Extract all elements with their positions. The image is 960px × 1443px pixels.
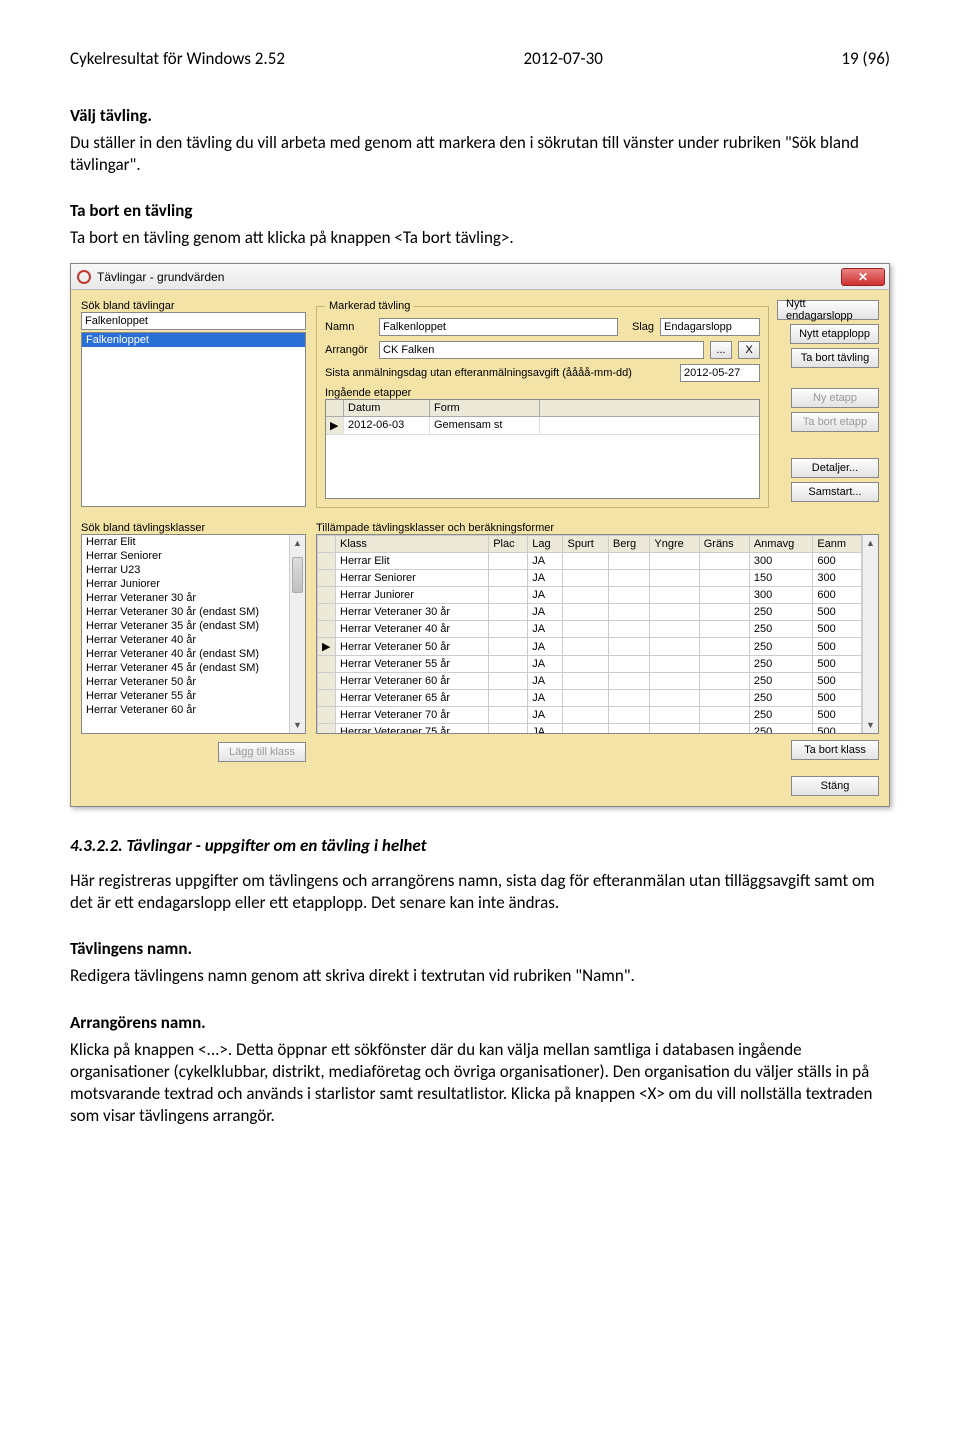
label-sok-bland-tavlingar: Sök bland tävlingar [81, 300, 306, 312]
list-item[interactable]: Herrar Veteraner 60 år [82, 703, 305, 717]
btn-samstart[interactable]: Samstart... [791, 482, 879, 502]
btn-nytt-etapplopp[interactable]: Nytt etapplopp [790, 324, 879, 344]
col-yngre: Yngre [650, 536, 699, 553]
scrollbar[interactable]: ▲ ▼ [862, 535, 878, 733]
paragraph-helhet: Här registreras uppgifter om tävlingens … [70, 870, 890, 914]
dialog-tavlingar-grundvarden: Tävlingar - grundvärden ✕ Sök bland tävl… [70, 263, 890, 807]
heading-arrangorens-namn: Arrangörens namn. [70, 1012, 890, 1033]
table-tillampade-klasser[interactable]: Klass Plac Lag Spurt Berg Yngre Gräns An… [316, 534, 879, 734]
col-datum: Datum [344, 400, 430, 416]
btn-ta-bort-etapp[interactable]: Ta bort etapp [791, 412, 879, 432]
close-icon[interactable]: ✕ [841, 268, 885, 286]
list-item[interactable]: Herrar Veteraner 30 år [82, 591, 305, 605]
paragraph-valj-tavling: Du ställer in den tävling du vill arbeta… [70, 132, 890, 176]
btn-arrangor-browse[interactable]: ... [710, 341, 732, 359]
table-row[interactable]: Herrar Veteraner 75 årJA250500 [318, 724, 862, 735]
list-item[interactable]: Herrar Veteraner 50 år [82, 675, 305, 689]
header-right: 19 (96) [841, 48, 890, 69]
list-item[interactable]: Herrar Seniorer [82, 549, 305, 563]
header-center: 2012-07-30 [523, 48, 602, 69]
table-row[interactable]: Herrar Veteraner 30 årJA250500 [318, 604, 862, 621]
table-row[interactable]: ▶2012-06-03Gemensam st [326, 417, 759, 435]
list-item[interactable]: Herrar Juniorer [82, 577, 305, 591]
page-header: Cykelresultat för Windows 2.52 2012-07-3… [70, 48, 890, 69]
label-arrangor: Arrangör [325, 344, 373, 356]
btn-ny-etapp[interactable]: Ny etapp [791, 388, 879, 408]
table-row[interactable]: Herrar Veteraner 60 årJA250500 [318, 673, 862, 690]
col-grans: Gräns [699, 536, 749, 553]
col-plac: Plac [489, 536, 528, 553]
btn-ta-bort-tavling[interactable]: Ta bort tävling [791, 348, 879, 368]
heading-ta-bort-tavling: Ta bort en tävling [70, 200, 890, 221]
input-sista-anmalningsdag[interactable] [680, 364, 760, 382]
table-row[interactable]: Herrar Veteraner 40 årJA250500 [318, 621, 862, 638]
btn-nytt-endagarslopp[interactable]: Nytt endagarslopp [777, 300, 879, 320]
listbox-tavlingar[interactable]: Falkenloppet [81, 332, 306, 507]
table-row[interactable]: Herrar JuniorerJA300600 [318, 587, 862, 604]
col-eanm: Eanm [813, 536, 862, 553]
dialog-title: Tävlingar - grundvärden [97, 270, 224, 284]
table-row[interactable]: Herrar ElitJA300600 [318, 553, 862, 570]
scroll-down-icon[interactable]: ▼ [290, 717, 305, 733]
list-item[interactable]: Herrar Veteraner 45 år (endast SM) [82, 661, 305, 675]
dialog-titlebar[interactable]: Tävlingar - grundvärden ✕ [71, 264, 889, 290]
input-namn[interactable] [379, 318, 618, 336]
search-tavlingar-input[interactable] [81, 312, 306, 330]
header-left: Cykelresultat för Windows 2.52 [70, 48, 285, 69]
paragraph-tavlingens-namn: Redigera tävlingens namn genom att skriv… [70, 965, 890, 987]
table-row[interactable]: Herrar Veteraner 70 årJA250500 [318, 707, 862, 724]
col-lag: Lag [528, 536, 563, 553]
app-icon [77, 270, 91, 284]
btn-ta-bort-klass[interactable]: Ta bort klass [791, 740, 879, 760]
scroll-thumb[interactable] [292, 557, 303, 593]
input-arrangor[interactable] [379, 341, 704, 359]
table-row[interactable]: Herrar Veteraner 65 årJA250500 [318, 690, 862, 707]
table-row[interactable]: Herrar Veteraner 55 årJA250500 [318, 656, 862, 673]
group-legend-markerad-tavling: Markerad tävling [325, 300, 414, 312]
list-item[interactable]: Herrar Veteraner 40 år (endast SM) [82, 647, 305, 661]
label-ingaende-etapper: Ingående etapper [325, 387, 760, 399]
btn-lagg-till-klass[interactable]: Lägg till klass [218, 742, 306, 762]
btn-detaljer[interactable]: Detaljer... [791, 458, 879, 478]
col-berg: Berg [608, 536, 649, 553]
label-sok-bland-tavlingsklasser: Sök bland tävlingsklasser [81, 522, 306, 534]
heading-4-3-2-2: 4.3.2.2. Tävlingar - uppgifter om en täv… [70, 835, 890, 856]
list-item[interactable]: Falkenloppet [82, 333, 305, 347]
list-item[interactable]: Herrar U23 [82, 563, 305, 577]
col-klass: Klass [336, 536, 489, 553]
paragraph-ta-bort-tavling: Ta bort en tävling genom att klicka på k… [70, 227, 890, 249]
input-slag[interactable] [660, 318, 760, 336]
label-tillampade-klasser: Tillämpade tävlingsklasser och beräkning… [316, 522, 879, 534]
heading-tavlingens-namn: Tävlingens namn. [70, 938, 890, 959]
list-item[interactable]: Herrar Veteraner 55 år [82, 689, 305, 703]
paragraph-arrangorens-namn: Klicka på knappen <...>. Detta öppnar et… [70, 1039, 890, 1127]
table-etapper[interactable]: Datum Form ▶2012-06-03Gemensam st [325, 399, 760, 499]
label-namn: Namn [325, 321, 373, 333]
btn-arrangor-clear[interactable]: X [738, 341, 760, 359]
table-row[interactable]: Herrar SeniorerJA150300 [318, 570, 862, 587]
scroll-up-icon[interactable]: ▲ [290, 535, 305, 551]
label-slag: Slag [632, 321, 654, 333]
listbox-tavlingsklasser[interactable]: Herrar ElitHerrar SeniorerHerrar U23Herr… [81, 534, 306, 734]
list-item[interactable]: Herrar Veteraner 40 år [82, 633, 305, 647]
scroll-up-icon[interactable]: ▲ [863, 535, 878, 551]
col-spurt: Spurt [563, 536, 608, 553]
list-item[interactable]: Herrar Veteraner 30 år (endast SM) [82, 605, 305, 619]
btn-stang[interactable]: Stäng [791, 776, 879, 796]
list-item[interactable]: Herrar Elit [82, 535, 305, 549]
table-row[interactable]: ▶Herrar Veteraner 50 årJA250500 [318, 638, 862, 656]
heading-valj-tavling: Välj tävling. [70, 105, 890, 126]
list-item[interactable]: Herrar Veteraner 35 år (endast SM) [82, 619, 305, 633]
scroll-down-icon[interactable]: ▼ [863, 717, 878, 733]
label-sista-anmalningsdag: Sista anmälningsdag utan efteranmälnings… [325, 367, 674, 379]
scrollbar[interactable]: ▲ ▼ [289, 535, 305, 733]
col-form: Form [430, 400, 540, 416]
col-anmavg: Anmavg [749, 536, 813, 553]
